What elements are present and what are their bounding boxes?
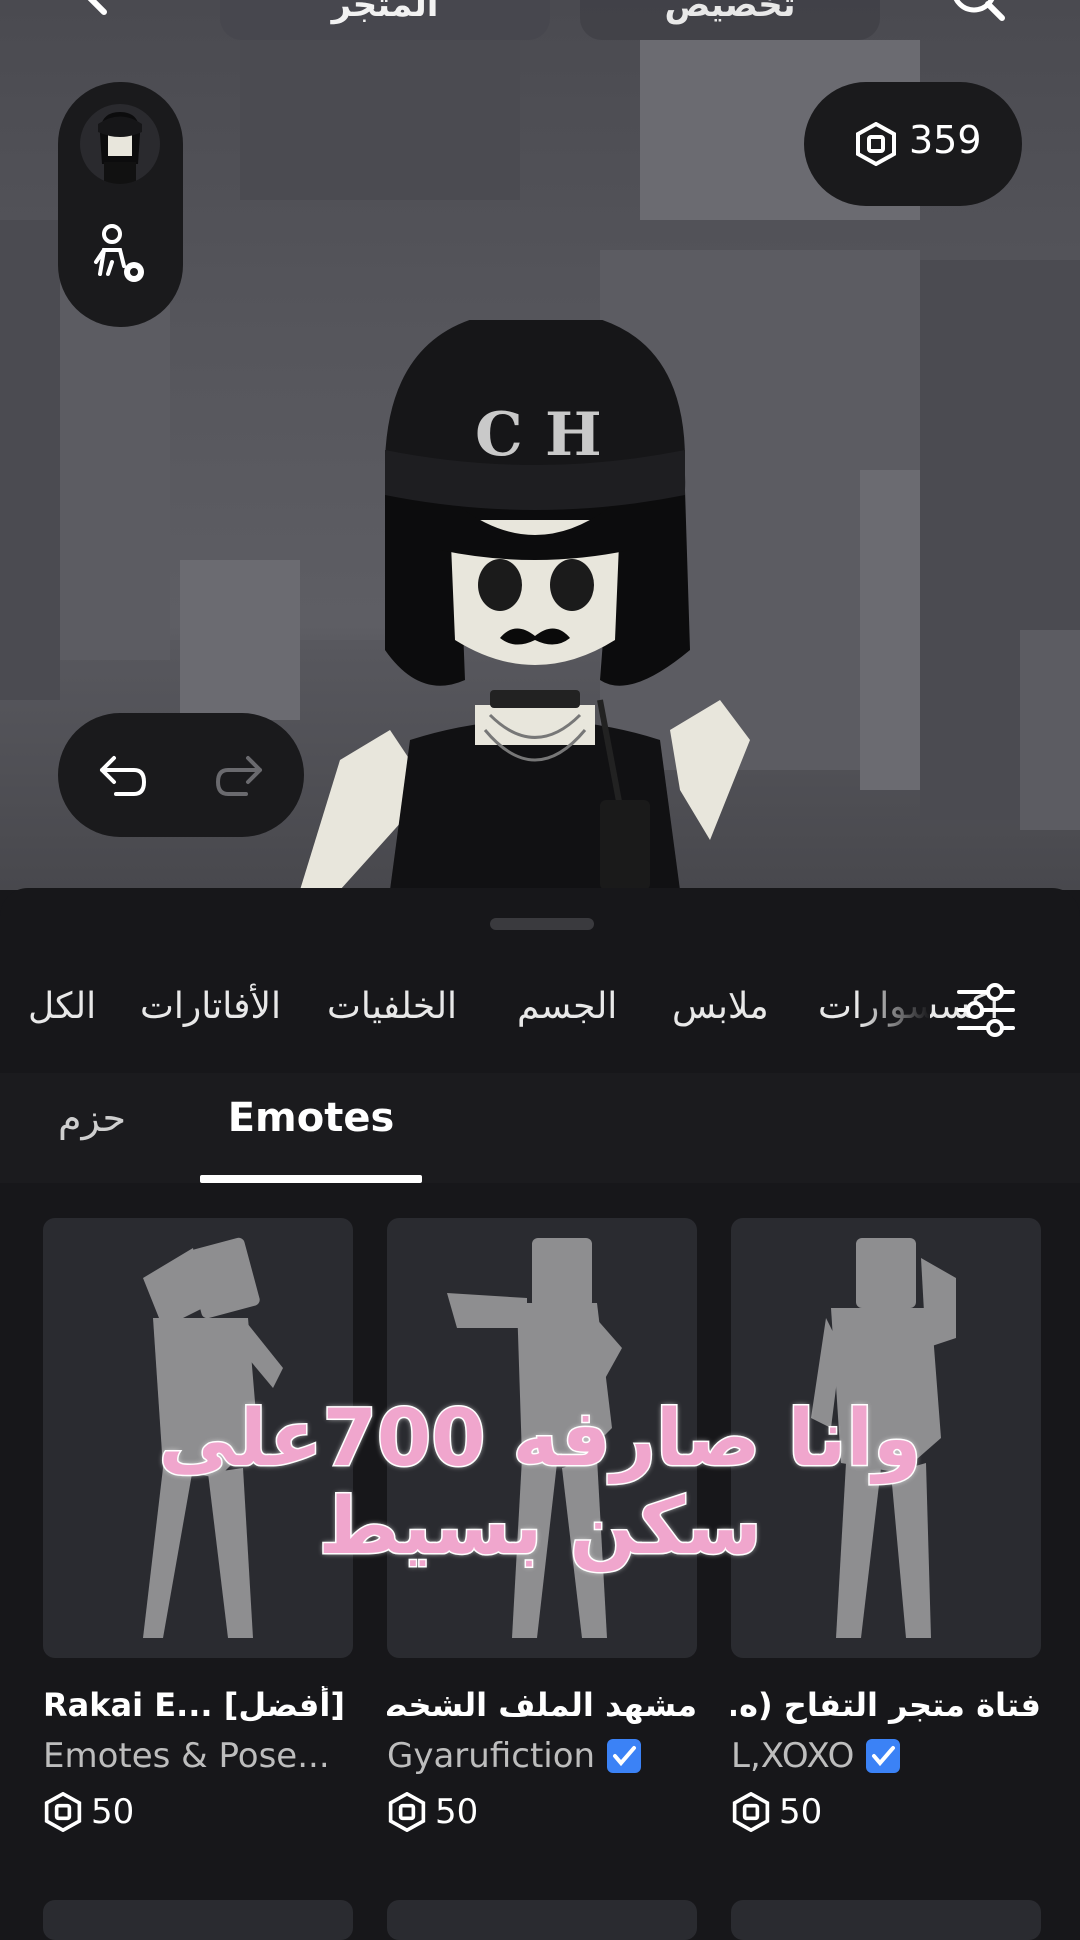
item-price: 50 — [387, 1792, 697, 1832]
item-card-next-row — [731, 1900, 1041, 1940]
item-card-next-row — [387, 1900, 697, 1940]
scene-block — [240, 30, 520, 200]
item-title: فتاة متجر التفاح (ه... — [731, 1686, 1041, 1724]
category-scroll-fade — [860, 978, 930, 1048]
category-backgrounds[interactable]: الخلفيات — [327, 986, 457, 1027]
category-body-label: الجسم — [517, 986, 618, 1027]
tab-emotes-label: Emotes — [227, 1095, 395, 1141]
avatar-settings-icon[interactable] — [86, 222, 156, 292]
overlay-caption: وانا صارفه 700على سكن بسيط — [157, 1394, 923, 1573]
robux-icon — [856, 122, 896, 166]
robux-icon — [388, 1792, 426, 1832]
tab-customize[interactable]: تخصيص — [580, 0, 880, 40]
category-all[interactable]: الكل — [28, 986, 96, 1027]
avatar-preview-scene[interactable]: C H المتجر تخصيص 359 — [0, 0, 1080, 890]
category-body[interactable]: الجسم — [517, 986, 617, 1027]
category-avatars-label: الأفاتارات — [140, 986, 281, 1027]
tab-emotes[interactable]: Emotes — [200, 1073, 422, 1183]
svg-text:H: H — [545, 400, 602, 470]
category-avatars[interactable]: الأفاتارات — [140, 986, 281, 1027]
tab-customize-label: تخصيص — [664, 0, 796, 25]
scene-block — [1020, 630, 1080, 830]
item-title: Rakai E... [أفضل] — [43, 1686, 345, 1724]
item-creator-name: L,XOXO — [731, 1736, 855, 1776]
category-clothing[interactable]: ملابس — [672, 986, 769, 1027]
tab-shop-label: المتجر — [331, 0, 439, 25]
tab-shop[interactable]: المتجر — [220, 0, 550, 40]
avatar-thumbnail[interactable] — [80, 104, 160, 184]
item-creator[interactable]: L,XOXO — [731, 1736, 1041, 1776]
category-clothing-label: ملابس — [672, 986, 769, 1027]
verified-badge-icon — [607, 1739, 642, 1773]
robux-balance[interactable]: 359 — [804, 82, 1022, 206]
redo-icon[interactable] — [214, 750, 268, 800]
robux-balance-value: 359 — [909, 118, 982, 162]
category-all-label: الكل — [28, 986, 97, 1027]
filter-icon[interactable] — [955, 980, 1017, 1040]
item-creator[interactable]: Emotes & Pose... — [43, 1736, 353, 1776]
scene-block — [180, 560, 300, 720]
undo-icon[interactable] — [94, 750, 148, 800]
item-title: مشهد الملف الشخص... — [387, 1686, 697, 1724]
robux-icon — [44, 1792, 82, 1832]
top-navigation: المتجر تخصيص — [0, 0, 1080, 45]
item-creator-name: Gyarufiction — [387, 1736, 596, 1776]
avatar-thumbnail-icon — [98, 112, 142, 184]
item-price: 50 — [43, 1792, 353, 1832]
sheet-drag-handle[interactable] — [490, 918, 594, 930]
robux-icon — [732, 1792, 770, 1832]
active-tab-indicator — [200, 1175, 422, 1183]
item-creator[interactable]: Gyarufiction — [387, 1736, 697, 1776]
item-price-value: 50 — [779, 1792, 823, 1832]
avatar-character: C H — [300, 320, 750, 890]
category-backgrounds-label: الخلفيات — [327, 986, 458, 1027]
svg-text:C: C — [475, 400, 523, 470]
history-controls — [58, 713, 304, 837]
scene-block — [0, 220, 60, 700]
item-type-tabs: حزم Emotes — [0, 1073, 1080, 1183]
search-icon[interactable] — [940, 0, 1010, 32]
item-price-value: 50 — [91, 1792, 135, 1832]
item-price-value: 50 — [435, 1792, 479, 1832]
item-price: 50 — [731, 1792, 1041, 1832]
item-card-next-row — [43, 1900, 353, 1940]
verified-badge-icon — [866, 1739, 901, 1773]
back-arrow-icon[interactable] — [70, 0, 150, 30]
tab-bundles[interactable]: حزم — [58, 1073, 126, 1183]
item-creator-name: Emotes & Pose... — [43, 1736, 330, 1776]
tab-bundles-label: حزم — [58, 1096, 126, 1140]
category-tabs: الكل الأفاتارات الخلفيات الجسم ملابس اكس… — [0, 958, 1080, 1058]
avatar-side-controls — [58, 82, 183, 327]
